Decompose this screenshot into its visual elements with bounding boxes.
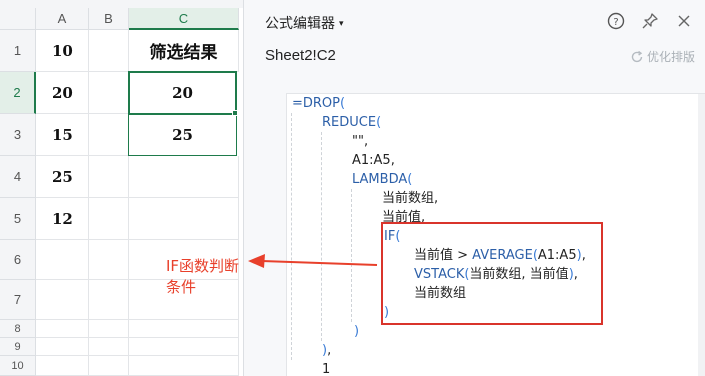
annotation-arrow	[248, 254, 378, 268]
